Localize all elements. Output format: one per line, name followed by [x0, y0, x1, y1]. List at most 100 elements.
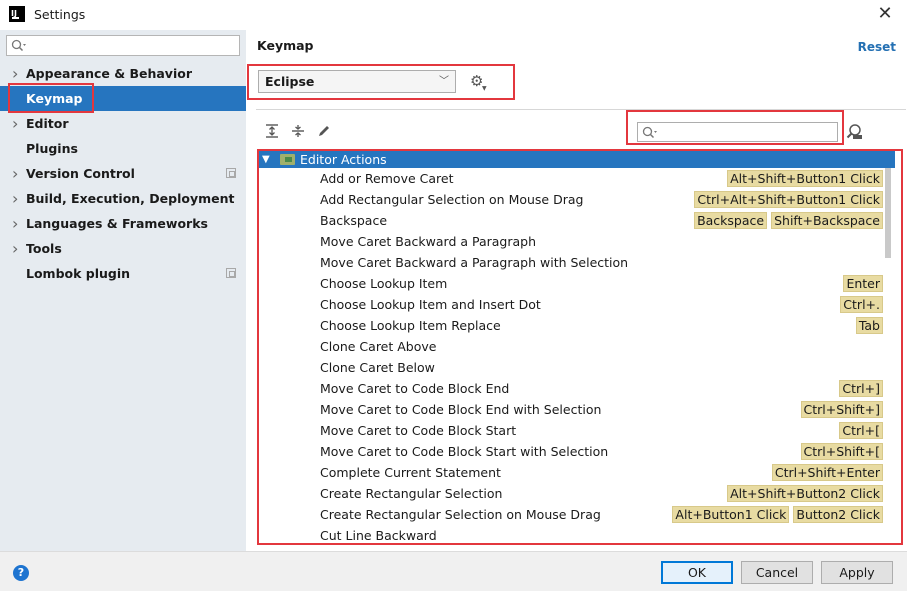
shortcut-list: Ctrl+] — [835, 380, 883, 397]
sidebar-item-editor[interactable]: › Editor — [0, 111, 246, 136]
keymap-select-value: Eclipse — [265, 74, 315, 89]
table-row[interactable]: Clone Caret Below — [259, 357, 895, 378]
table-row[interactable]: Choose Lookup Item Enter — [259, 273, 895, 294]
action-label: Cut Line Backward — [320, 528, 437, 543]
close-icon[interactable]: ✕ — [873, 3, 897, 27]
sidebar-item-label: Plugins — [26, 141, 78, 156]
dropdown-triangle-icon: ▼ — [482, 85, 487, 92]
sidebar-item-label: Keymap — [26, 91, 83, 106]
action-label: Clone Caret Below — [320, 360, 435, 375]
tree-rows: Add or Remove Caret Alt+Shift+Button1 Cli… — [259, 168, 895, 543]
shortcut-badge: Alt+Shift+Button1 Click — [727, 170, 883, 187]
shortcut-list: Ctrl+Shift+[ — [797, 443, 883, 460]
sidebar-item-plugins[interactable]: Plugins — [0, 136, 246, 161]
collapse-all-icon[interactable] — [289, 124, 307, 142]
title-bar: IJ Settings ✕ — [0, 0, 907, 30]
chevron-down-icon: ▼ — [262, 154, 270, 165]
shortcut-list: Backspace Shift+Backspace — [690, 212, 883, 229]
reset-link[interactable]: Reset — [858, 40, 896, 54]
sidebar-item-appearance-behavior[interactable]: › Appearance & Behavior — [0, 61, 246, 86]
shortcut-badge: Shift+Backspace — [771, 212, 883, 229]
search-icon — [642, 126, 657, 139]
chevron-right-icon[interactable]: › — [12, 211, 18, 236]
shortcut-badge: Ctrl+Shift+Enter — [771, 464, 883, 481]
action-label: Add Rectangular Selection on Mouse Drag — [320, 192, 584, 207]
sidebar: › Appearance & Behavior Keymap › Editor Plugi… — [0, 30, 246, 551]
table-row[interactable]: Move Caret to Code Block Start Ctrl+[ — [259, 420, 895, 441]
tree-root-editor-actions[interactable]: ▼ Editor Actions — [259, 151, 895, 168]
shortcut-badge: Ctrl+[ — [839, 422, 883, 439]
table-row[interactable]: Add or Remove Caret Alt+Shift+Button1 Cli… — [259, 168, 895, 189]
table-row[interactable]: Complete Current Statement Ctrl+Shift+Ent… — [259, 462, 895, 483]
table-row[interactable]: Create Rectangular Selection on Mouse Dr… — [259, 504, 895, 525]
action-label: Move Caret to Code Block End with Select… — [320, 402, 602, 417]
sidebar-item-label: Version Control — [26, 166, 135, 181]
action-label: Move Caret to Code Block Start with Sele… — [320, 444, 609, 459]
shortcut-badge: Enter — [843, 275, 883, 292]
sidebar-item-tools[interactable]: › Tools — [0, 236, 246, 261]
shortcut-badge: Alt+Shift+Button2 Click — [727, 485, 883, 502]
action-label: Add or Remove Caret — [320, 171, 454, 186]
page-title: Keymap — [257, 38, 314, 53]
shortcut-list: Alt+Button1 Click Button2 Click — [668, 506, 883, 523]
sidebar-search-input[interactable] — [6, 35, 240, 56]
folder-icon — [280, 154, 295, 165]
table-row[interactable]: Create Rectangular Selection Alt+Shift+Bu… — [259, 483, 895, 504]
find-by-shortcut-icon[interactable] — [846, 123, 863, 143]
sidebar-item-lombok-plugin[interactable]: Lombok plugin — [0, 261, 246, 286]
search-icon — [11, 39, 26, 52]
table-row[interactable]: Backspace Backspace Shift+Backspace — [259, 210, 895, 231]
apply-button[interactable]: Apply — [821, 561, 893, 584]
table-row[interactable]: Move Caret to Code Block End Ctrl+] — [259, 378, 895, 399]
sidebar-item-build-execution-deployment[interactable]: › Build, Execution, Deployment — [0, 186, 246, 211]
help-icon[interactable]: ? — [13, 565, 29, 581]
edit-pencil-icon[interactable] — [315, 124, 333, 142]
shortcut-list: Alt+Shift+Button2 Click — [723, 485, 883, 502]
shortcut-list: Ctrl+. — [836, 296, 883, 313]
table-row[interactable]: Add Rectangular Selection on Mouse Drag C… — [259, 189, 895, 210]
shortcut-list: Ctrl+[ — [835, 422, 883, 439]
settings-nav: › Appearance & Behavior Keymap › Editor Plugi… — [0, 61, 246, 286]
action-label: Move Caret to Code Block End — [320, 381, 510, 396]
table-row[interactable]: Clone Caret Above — [259, 336, 895, 357]
table-row[interactable]: Move Caret to Code Block Start with Sele… — [259, 441, 895, 462]
sidebar-item-version-control[interactable]: › Version Control — [0, 161, 246, 186]
sidebar-item-label: Languages & Frameworks — [26, 216, 208, 231]
table-row[interactable]: Move Caret Backward a Paragraph — [259, 231, 895, 252]
scrollbar-thumb[interactable] — [885, 168, 891, 258]
shortcut-badge: Alt+Button1 Click — [672, 506, 790, 523]
keymap-select[interactable]: Eclipse ﹀ — [258, 70, 456, 93]
chevron-right-icon[interactable]: › — [12, 111, 18, 136]
table-row[interactable]: Choose Lookup Item Replace Tab — [259, 315, 895, 336]
sidebar-item-label: Editor — [26, 116, 69, 131]
shortcut-badge: Ctrl+] — [839, 380, 883, 397]
sidebar-item-keymap[interactable]: Keymap — [0, 86, 246, 111]
expand-all-icon[interactable] — [263, 124, 281, 142]
footer: ? OK Cancel Apply — [0, 551, 907, 591]
keymap-actions-tree[interactable]: ▼ Editor Actions Add or Remove Caret Alt+… — [259, 151, 895, 543]
chevron-right-icon[interactable]: › — [12, 61, 18, 86]
table-row[interactable]: Choose Lookup Item and Insert Dot Ctrl+. — [259, 294, 895, 315]
chevron-right-icon[interactable]: › — [12, 161, 18, 186]
ok-button[interactable]: OK — [661, 561, 733, 584]
action-label: Create Rectangular Selection on Mouse Dr… — [320, 507, 601, 522]
action-label: Move Caret Backward a Paragraph — [320, 234, 537, 249]
sidebar-item-label: Tools — [26, 241, 62, 256]
chevron-right-icon[interactable]: › — [12, 186, 18, 211]
action-label: Move Caret Backward a Paragraph with Sel… — [320, 255, 629, 270]
table-row[interactable]: Move Caret Backward a Paragraph with Sel… — [259, 252, 895, 273]
chevron-right-icon[interactable]: › — [12, 236, 18, 261]
shortcut-list: Enter — [839, 275, 883, 292]
action-label: Choose Lookup Item — [320, 276, 448, 291]
shortcut-search-input[interactable] — [637, 122, 838, 142]
divider — [256, 109, 906, 110]
cancel-button[interactable]: Cancel — [741, 561, 813, 584]
shortcut-badge: Button2 Click — [793, 506, 883, 523]
table-row[interactable]: Cut Line Backward — [259, 525, 895, 543]
table-row[interactable]: Move Caret to Code Block End with Select… — [259, 399, 895, 420]
sidebar-item-languages-frameworks[interactable]: › Languages & Frameworks — [0, 211, 246, 236]
shortcut-list: Ctrl+Shift+] — [797, 401, 883, 418]
shortcut-badge: Backspace — [694, 212, 768, 229]
project-level-icon — [226, 268, 236, 278]
shortcut-badge: Ctrl+Shift+] — [800, 401, 883, 418]
